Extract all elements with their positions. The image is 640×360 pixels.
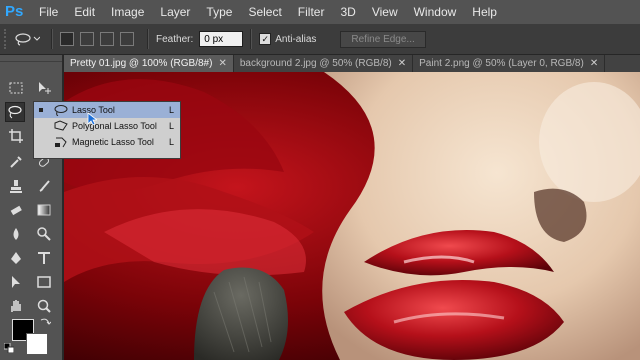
subtract-from-selection-icon[interactable] (100, 32, 114, 46)
menu-image[interactable]: Image (103, 0, 152, 24)
menu-type[interactable]: Type (198, 0, 240, 24)
background-color-swatch[interactable] (26, 333, 48, 355)
type-tool-icon[interactable] (34, 248, 54, 268)
default-colors-icon[interactable] (3, 342, 15, 354)
crop-tool-icon[interactable] (6, 126, 26, 146)
menu-view[interactable]: View (364, 0, 406, 24)
menu-bar: Ps File Edit Image Layer Type Select Fil… (0, 0, 640, 24)
tab-label: Paint 2.png @ 50% (Layer 0, RGB/8) (419, 58, 584, 69)
close-icon[interactable]: ✕ (218, 58, 226, 69)
lasso-tool-icon[interactable] (5, 102, 25, 122)
close-icon[interactable]: ✕ (590, 58, 598, 69)
flyout-item-magnetic-lasso[interactable]: Magnetic Lasso Tool L (34, 134, 180, 150)
pen-tool-icon[interactable] (6, 248, 26, 268)
flyout-shortcut: L (168, 105, 174, 115)
flyout-item-polygonal-lasso[interactable]: Polygonal Lasso Tool L (34, 118, 180, 134)
options-grip (4, 29, 14, 49)
dodge-tool-icon[interactable] (34, 224, 54, 244)
hand-tool-icon[interactable] (6, 296, 26, 316)
mouse-cursor-icon (87, 112, 99, 131)
swap-colors-icon[interactable] (38, 315, 52, 329)
clone-stamp-tool-icon[interactable] (6, 176, 26, 196)
antialias-label: Anti-alias (275, 33, 317, 45)
flyout-item-label: Magnetic Lasso Tool (72, 137, 154, 147)
menu-window[interactable]: Window (406, 0, 465, 24)
menu-file[interactable]: File (31, 0, 66, 24)
magnetic-lasso-icon (54, 136, 68, 148)
feather-input[interactable]: 0 px (199, 31, 244, 47)
tab-paint2[interactable]: Paint 2.png @ 50% (Layer 0, RGB/8) ✕ (413, 55, 606, 72)
tab-label: Pretty 01.jpg @ 100% (RGB/8#) (70, 58, 213, 69)
tools-panel-grip[interactable] (0, 55, 62, 62)
polygonal-lasso-icon (54, 120, 68, 132)
eraser-tool-icon[interactable] (6, 200, 26, 220)
move-tool-icon[interactable] (34, 78, 54, 98)
tab-label: background 2.jpg @ 50% (RGB/8) (239, 58, 392, 69)
options-bar: Feather: 0 px ✓ Anti-alias Refine Edge..… (0, 24, 640, 55)
document-tabs: Pretty 01.jpg @ 100% (RGB/8#) ✕ backgroun… (64, 55, 640, 72)
close-icon[interactable]: ✕ (398, 58, 406, 69)
options-separator (51, 29, 53, 49)
lasso-tool-flyout: Lasso Tool L Polygonal Lasso Tool L Magn… (33, 101, 181, 159)
feather-label: Feather: (156, 33, 194, 45)
flyout-item-lasso[interactable]: Lasso Tool L (34, 102, 180, 118)
flyout-shortcut: L (168, 121, 174, 131)
options-separator (147, 29, 149, 49)
brush-tool-icon[interactable] (34, 176, 54, 196)
lasso-icon (54, 104, 68, 116)
menu-select[interactable]: Select (240, 0, 289, 24)
flyout-item-label: Polygonal Lasso Tool (72, 121, 157, 131)
eyedropper-tool-icon[interactable] (6, 152, 26, 172)
new-selection-icon[interactable] (60, 32, 74, 46)
intersect-selection-icon[interactable] (120, 32, 134, 46)
path-selection-tool-icon[interactable] (6, 272, 26, 292)
rectangle-tool-icon[interactable] (34, 272, 54, 292)
tab-pretty01[interactable]: Pretty 01.jpg @ 100% (RGB/8#) ✕ (64, 55, 234, 72)
photoshop-logo: Ps (5, 3, 24, 20)
zoom-tool-icon[interactable] (34, 296, 54, 316)
menu-3d[interactable]: 3D (332, 0, 363, 24)
add-to-selection-icon[interactable] (80, 32, 94, 46)
menu-layer[interactable]: Layer (152, 0, 198, 24)
lasso-preset-icon[interactable] (14, 32, 44, 46)
flyout-shortcut: L (168, 137, 174, 147)
menu-filter[interactable]: Filter (290, 0, 333, 24)
antialias-checkbox[interactable]: ✓ (259, 33, 272, 45)
marquee-tool-icon[interactable] (6, 78, 26, 98)
selected-bullet-icon (39, 108, 43, 112)
menu-edit[interactable]: Edit (66, 0, 103, 24)
blur-tool-icon[interactable] (6, 224, 26, 244)
tab-background2[interactable]: background 2.jpg @ 50% (RGB/8) ✕ (233, 55, 414, 72)
menu-help[interactable]: Help (464, 0, 505, 24)
options-separator (250, 29, 253, 49)
gradient-tool-icon[interactable] (34, 200, 54, 220)
refine-edge-button[interactable]: Refine Edge... (340, 30, 426, 48)
